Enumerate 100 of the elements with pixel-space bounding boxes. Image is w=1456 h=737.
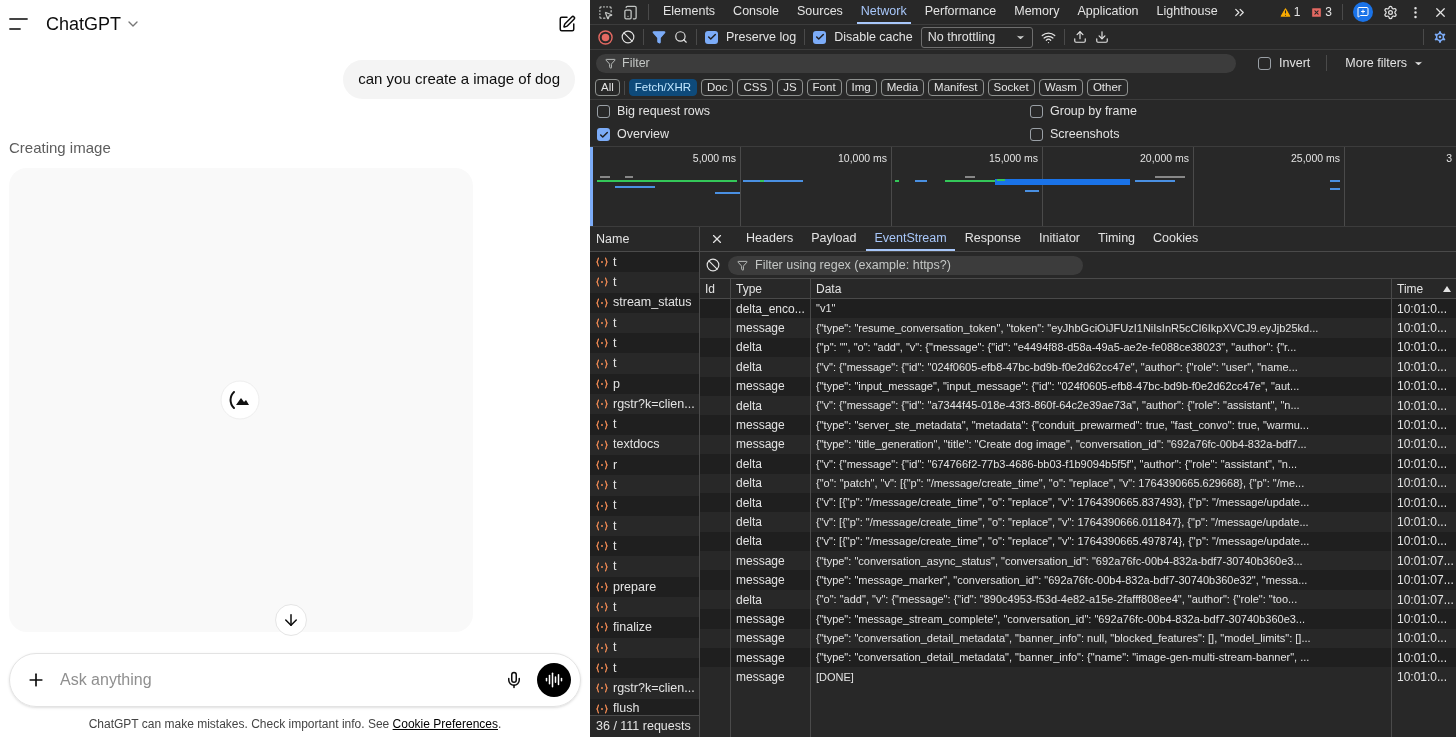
sound-wave-icon <box>545 671 563 689</box>
braces-icon <box>596 703 608 714</box>
table-cell: {"type": "message_marker", "conversation_id": "692a76fc-00b4-832a-bdf7-30740b360e32", "messa... <box>811 570 1392 590</box>
network-conditions-icon[interactable] <box>1040 29 1056 45</box>
column-header[interactable]: Time <box>1392 279 1456 298</box>
detail-tab[interactable]: Timing <box>1090 227 1144 251</box>
settings-icon[interactable] <box>1383 4 1398 20</box>
column-header[interactable]: Id <box>700 279 731 298</box>
prompt-field[interactable]: Ask anything <box>60 668 491 692</box>
checkbox[interactable] <box>597 128 610 141</box>
microphone-icon[interactable] <box>505 671 523 689</box>
devtools-tab[interactable]: Application <box>1073 0 1143 24</box>
timeline-tick-label: 5,000 ms <box>692 151 736 165</box>
request-row[interactable]: finalize <box>590 617 699 638</box>
type-filter-chip[interactable]: Wasm <box>1038 79 1083 96</box>
cookie-preferences-link[interactable]: Cookie Preferences <box>392 717 498 731</box>
checkbox[interactable] <box>597 105 610 118</box>
checkbox[interactable] <box>1258 56 1271 70</box>
table-cell-text: 10:01:0... <box>1396 649 1449 667</box>
menu-icon[interactable] <box>8 17 30 31</box>
warning-icon[interactable] <box>1278 5 1292 19</box>
request-row[interactable]: stream_status <box>590 292 699 313</box>
braces-icon <box>596 378 608 389</box>
detail-tab[interactable]: Headers <box>738 227 802 251</box>
voice-button[interactable] <box>537 663 571 697</box>
checkbox-label: Preserve log <box>726 28 797 46</box>
devtools-tab[interactable]: Lighthouse <box>1152 0 1222 24</box>
type-filter-chip[interactable]: Fetch/XHR <box>628 79 698 96</box>
request-row[interactable]: p <box>590 373 699 395</box>
request-row[interactable]: t <box>590 252 699 273</box>
detail-tab[interactable]: Payload <box>803 227 865 251</box>
device-toolbar-icon[interactable] <box>623 4 638 20</box>
checkbox[interactable] <box>813 30 827 44</box>
filter-field[interactable]: Filter <box>596 53 1236 73</box>
column-header[interactable]: Data <box>811 279 1392 298</box>
table-cell-text: 10:01:0... <box>1396 417 1449 435</box>
type-filter-chip[interactable]: Socket <box>987 79 1035 96</box>
devtools-tab[interactable]: Memory <box>1010 0 1064 24</box>
braces-icon <box>596 257 608 268</box>
detail-tab[interactable]: Cookies <box>1145 227 1207 251</box>
type-filter-chip[interactable]: Media <box>880 79 925 96</box>
table-cell: delta <box>731 454 811 474</box>
table-cell-text: 10:01:0... <box>1396 378 1449 396</box>
request-row[interactable]: prepare <box>590 576 699 598</box>
type-filter-chip[interactable]: JS <box>777 79 803 96</box>
request-row[interactable]: t <box>590 414 699 435</box>
search-icon[interactable] <box>674 30 688 44</box>
filter-icon[interactable] <box>652 30 666 44</box>
export-icon[interactable] <box>1094 30 1109 44</box>
braces-icon <box>596 419 608 430</box>
checkbox[interactable] <box>1030 128 1043 141</box>
devtools-tab[interactable]: Console <box>729 0 783 24</box>
throttling-dropdown[interactable]: No throttling <box>920 26 1033 48</box>
devtools-tab[interactable]: Network <box>856 0 911 24</box>
type-filter-chip[interactable]: Other <box>1086 79 1128 96</box>
new-chat-icon[interactable] <box>558 15 576 33</box>
request-row[interactable]: t <box>590 536 699 557</box>
request-row[interactable]: t <box>590 657 699 679</box>
network-settings-icon[interactable] <box>1432 29 1448 45</box>
braces-icon <box>596 480 608 491</box>
type-filter-chip[interactable]: Doc <box>701 79 734 96</box>
table-cell: message <box>731 570 811 590</box>
devtools-tab[interactable]: Performance <box>920 0 1001 24</box>
devtools-tab[interactable]: Elements <box>659 0 720 24</box>
request-row[interactable]: t <box>590 495 699 516</box>
request-row[interactable]: t <box>590 333 699 354</box>
funnel-icon <box>605 57 616 69</box>
type-filter-chip[interactable]: Img <box>845 79 877 96</box>
timeline-tick-label: 3 <box>1446 151 1452 165</box>
arrow-down-icon <box>282 611 300 629</box>
sort-ascending-icon <box>1443 285 1451 292</box>
table-cell-text: 10:01:0... <box>1396 339 1449 357</box>
checkbox[interactable] <box>1030 105 1043 118</box>
column-header[interactable]: Type <box>731 279 811 298</box>
record-icon[interactable] <box>598 29 613 45</box>
checkbox-label: Invert <box>1279 54 1311 72</box>
model-selector[interactable]: ChatGPT <box>46 10 142 38</box>
assistant-icon[interactable] <box>1353 2 1373 22</box>
type-filter-chip[interactable]: All <box>595 79 620 96</box>
type-filter-chip[interactable]: CSS <box>737 79 774 96</box>
devtools-tab[interactable]: Sources <box>793 0 847 24</box>
import-icon[interactable] <box>1072 30 1087 44</box>
regex-filter-field[interactable]: Filter using regex (example: https?) <box>728 255 1083 275</box>
inspect-icon[interactable] <box>598 4 613 20</box>
clear-icon[interactable] <box>621 30 635 44</box>
checkbox[interactable] <box>705 30 718 44</box>
detail-tab[interactable]: Response <box>956 227 1029 251</box>
clear-events-icon[interactable] <box>706 258 720 272</box>
overview-handle[interactable] <box>590 147 593 226</box>
table-cell: message <box>731 609 811 629</box>
table-cell: [DONE] <box>811 667 1392 687</box>
request-row[interactable]: r <box>590 454 699 476</box>
type-filter-chip[interactable]: Font <box>806 79 842 96</box>
table-cell-text: 10:01:0... <box>1396 514 1449 531</box>
more-filters-dropdown[interactable]: More filters <box>1345 53 1425 73</box>
detail-tab[interactable]: Initiator <box>1031 227 1088 251</box>
error-icon[interactable] <box>1310 5 1324 19</box>
close-panel-icon[interactable] <box>710 232 724 246</box>
detail-tab[interactable]: EventStream <box>866 227 955 251</box>
type-filter-chip[interactable]: Manifest <box>928 79 984 96</box>
